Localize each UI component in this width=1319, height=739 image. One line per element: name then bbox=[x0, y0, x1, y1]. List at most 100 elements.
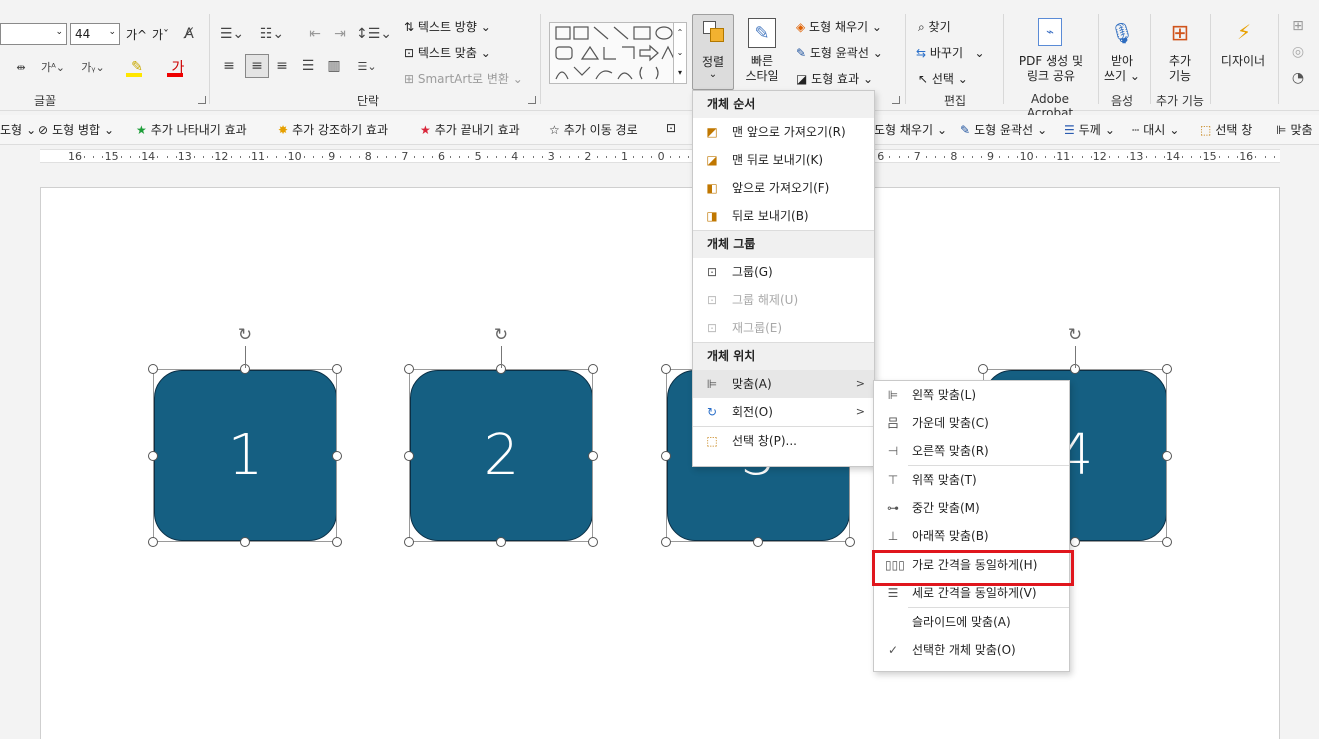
shape-dropdown[interactable]: 도형 ⌄ bbox=[0, 121, 36, 138]
increase-indent-icon[interactable]: ⇥ bbox=[330, 24, 350, 44]
submenu-item-align-left[interactable]: ⊫ 왼쪽 맞춤(L) bbox=[874, 381, 1069, 409]
menu-item-selection-pane[interactable]: ⬚ 선택 창(P)... bbox=[693, 427, 874, 455]
merge-shapes-dropdown[interactable]: ⊘ 도형 병합 ⌄ bbox=[38, 121, 114, 138]
submenu-item-align-right[interactable]: ⊣ 오른쪽 맞춤(R) bbox=[874, 437, 1069, 465]
resize-handle[interactable] bbox=[1162, 364, 1172, 374]
resize-handle[interactable] bbox=[148, 450, 158, 461]
motion-path-button[interactable]: ☆ 추가 이동 경로 bbox=[549, 121, 638, 138]
shrink-font-button[interactable]: 가ˇ bbox=[152, 26, 169, 43]
shape-gallery[interactable]: ⌃ ⌄ ▾ bbox=[549, 22, 687, 84]
resize-handle[interactable] bbox=[404, 364, 414, 374]
gallery-up-button[interactable]: ⌃ bbox=[673, 23, 686, 43]
quick-styles-button[interactable]: ✎ 빠른 스타일 bbox=[738, 14, 786, 90]
submenu-item-align-bottom[interactable]: ⊥ 아래쪽 맞춤(B) bbox=[874, 522, 1069, 550]
line-spacing-icon[interactable]: ↕☰⌄ bbox=[356, 24, 392, 44]
menu-item-group[interactable]: ⊡ 그룹(G) bbox=[693, 258, 874, 286]
weight-dropdown[interactable]: ☰ 두께 ⌄ bbox=[1064, 121, 1115, 138]
font-dialog-launcher[interactable] bbox=[198, 96, 206, 104]
font-size-combo[interactable]: 44 ⌄ bbox=[70, 23, 120, 45]
addins-button[interactable]: ⊞ 추가 기능 bbox=[1156, 14, 1204, 90]
menu-item-bring-forward[interactable]: ◧ 앞으로 가져오기(F) bbox=[693, 174, 874, 202]
highlight-icon[interactable]: ✎ bbox=[122, 56, 152, 78]
change-case-icon[interactable]: 가ᴬ⌄ bbox=[38, 57, 68, 77]
shape-fill-button[interactable]: ◈ 도형 채우기 ⌄ bbox=[796, 18, 882, 35]
horizontal-ruler[interactable]: 1615141312111098765432101234567891011121… bbox=[40, 149, 1280, 163]
resize-handle[interactable] bbox=[661, 537, 671, 547]
submenu-item-align-to-slide[interactable]: 슬라이드에 맞춤(A) bbox=[874, 608, 1069, 636]
find-button[interactable]: ⌕ 찾기 bbox=[918, 18, 951, 35]
rotate-handle-icon[interactable]: ↻ bbox=[235, 325, 255, 345]
resize-handle[interactable] bbox=[661, 364, 671, 374]
resize-handle[interactable] bbox=[845, 537, 855, 547]
menu-item-align[interactable]: ⊫ 맞춤(A) > bbox=[693, 370, 874, 398]
dictate-button[interactable]: 🎙 받아 쓰기 ⌄ bbox=[1102, 14, 1142, 90]
numbering-icon[interactable]: ☷⌄ bbox=[258, 24, 286, 44]
arrange-button[interactable]: 정렬 ⌄ bbox=[692, 14, 734, 90]
fill-dropdown[interactable]: 도형 채우기 ⌄ bbox=[874, 121, 947, 138]
justify-icon[interactable]: ☰ bbox=[298, 56, 318, 76]
smartart-button[interactable]: ⊞ SmartArt로 변환 ⌄ bbox=[404, 70, 523, 87]
shape-outline-button[interactable]: ✎ 도형 윤곽선 ⌄ bbox=[796, 44, 883, 61]
submenu-item-align-selected[interactable]: ✓ 선택한 개체 맞춤(O) bbox=[874, 636, 1069, 664]
menu-item-bring-to-front[interactable]: ◩ 맨 앞으로 가져오기(R) bbox=[693, 118, 874, 146]
para-more-icon[interactable]: ☰⌄ bbox=[352, 56, 382, 76]
rounded-rect-shape-1[interactable]: 1 bbox=[154, 370, 337, 541]
align-center-icon[interactable]: ≡ bbox=[245, 54, 269, 78]
dash-dropdown[interactable]: ┄ 대시 ⌄ bbox=[1132, 121, 1179, 138]
resize-handle[interactable] bbox=[404, 450, 414, 461]
exit-effect-button[interactable]: ★ 추가 끝내기 효과 bbox=[420, 121, 520, 138]
entrance-effect-button[interactable]: ★ 추가 나타내기 효과 bbox=[136, 121, 247, 138]
pdf-create-button[interactable]: ⌁ PDF 생성 및 링크 공유 bbox=[1008, 14, 1094, 90]
resize-handle[interactable] bbox=[332, 450, 342, 461]
menu-item-send-backward[interactable]: ◨ 뒤로 보내기(B) bbox=[693, 202, 874, 230]
outline-dropdown[interactable]: ✎ 도형 윤곽선 ⌄ bbox=[960, 121, 1047, 138]
rotate-handle-icon[interactable]: ↻ bbox=[1065, 325, 1085, 345]
font-name-combo[interactable]: ⌄ bbox=[0, 23, 67, 45]
align-text-button[interactable]: ⊡ 텍스트 맞춤 ⌄ bbox=[404, 44, 491, 61]
resize-handle[interactable] bbox=[404, 537, 414, 547]
clear-format-icon[interactable]: A̸ bbox=[178, 24, 200, 44]
selection-pane-button[interactable]: ⬚ 선택 창 bbox=[1200, 121, 1252, 138]
char-spacing-icon[interactable]: ⇹ bbox=[10, 57, 32, 77]
gallery-more-button[interactable]: ▾ bbox=[673, 63, 686, 83]
grow-font-button[interactable]: 가^ bbox=[126, 26, 147, 43]
phonetic-icon[interactable]: 가ᵧ⌄ bbox=[78, 57, 108, 77]
columns-icon[interactable]: ▥ bbox=[324, 56, 344, 76]
radio-icon[interactable]: ◎ bbox=[1288, 42, 1308, 62]
resize-handle[interactable] bbox=[1070, 537, 1080, 547]
gallery-down-button[interactable]: ⌄ bbox=[673, 43, 686, 63]
paragraph-dialog-launcher[interactable] bbox=[528, 96, 536, 104]
align-left-icon[interactable]: ≡ bbox=[219, 56, 239, 76]
resize-handle[interactable] bbox=[148, 364, 158, 374]
text-direction-button[interactable]: ⇅ 텍스트 방향 ⌄ bbox=[404, 18, 491, 35]
font-color-icon[interactable]: 가 bbox=[163, 56, 193, 78]
resize-handle[interactable] bbox=[978, 364, 988, 374]
submenu-item-align-top[interactable]: ⊤ 위쪽 맞춤(T) bbox=[874, 466, 1069, 494]
align-dropdown[interactable]: ⊫ 맞춤 bbox=[1276, 121, 1313, 138]
bullets-icon[interactable]: ☰⌄ bbox=[218, 24, 246, 44]
resize-handle[interactable] bbox=[661, 450, 671, 461]
menu-item-send-to-back[interactable]: ◪ 맨 뒤로 보내기(K) bbox=[693, 146, 874, 174]
designer-button[interactable]: ⚡ 디자이너 bbox=[1214, 14, 1272, 90]
resize-handle[interactable] bbox=[240, 537, 250, 547]
resize-handle[interactable] bbox=[588, 364, 598, 374]
resize-handle[interactable] bbox=[588, 537, 598, 547]
shape-effects-button[interactable]: ◪ 도형 효과 ⌄ bbox=[796, 70, 873, 87]
textbox-icon[interactable]: ⊡ bbox=[666, 121, 676, 135]
resize-handle[interactable] bbox=[1162, 537, 1172, 547]
rounded-rect-shape-2[interactable]: 2 bbox=[410, 370, 593, 541]
emphasis-effect-button[interactable]: ✸ 추가 강조하기 효과 bbox=[278, 121, 388, 138]
copilot-icon[interactable]: ◔ bbox=[1288, 68, 1308, 88]
resize-handle[interactable] bbox=[1162, 450, 1172, 461]
submenu-item-align-middle[interactable]: ⊶ 중간 맞춤(M) bbox=[874, 494, 1069, 522]
resize-handle[interactable] bbox=[332, 364, 342, 374]
align-right-icon[interactable]: ≡ bbox=[272, 56, 292, 76]
resize-handle[interactable] bbox=[588, 450, 598, 461]
rotate-handle-icon[interactable]: ↻ bbox=[491, 325, 511, 345]
submenu-item-align-center[interactable]: 吕 가운데 맞춤(C) bbox=[874, 409, 1069, 437]
replace-button[interactable]: ⇆ 바꾸기 ⌄ bbox=[916, 44, 985, 61]
resize-handle[interactable] bbox=[332, 537, 342, 547]
menu-item-rotate[interactable]: ↻ 회전(O) > bbox=[693, 398, 874, 426]
resize-handle[interactable] bbox=[148, 537, 158, 547]
grid-small-icon[interactable]: ⊞ bbox=[1288, 16, 1308, 36]
